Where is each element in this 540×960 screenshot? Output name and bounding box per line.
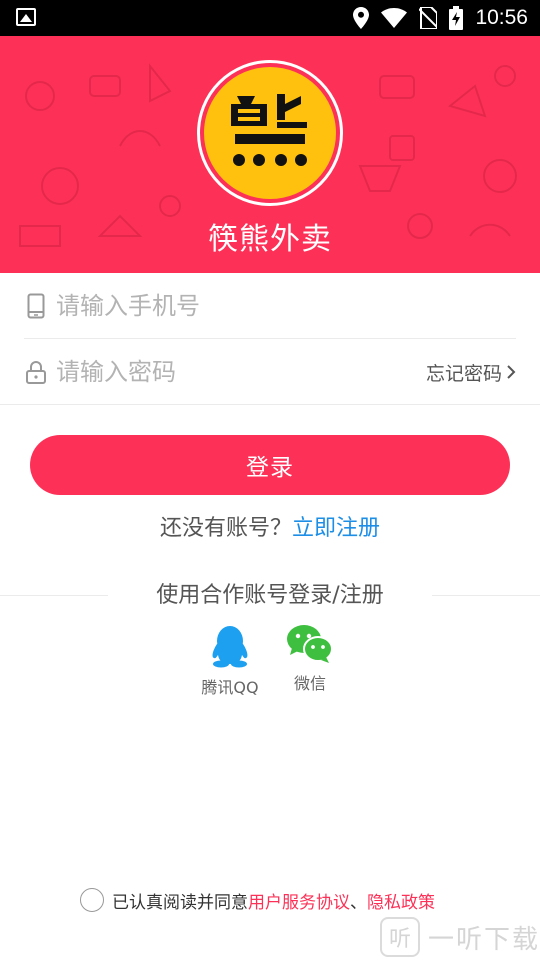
agreement-prefix: 已认真阅读并同意 bbox=[112, 892, 248, 913]
status-bar: 10:56 bbox=[0, 0, 540, 36]
battery-charging-icon bbox=[449, 6, 464, 30]
third-party-title: 使用合作账号登录/注册 bbox=[156, 583, 384, 608]
register-link[interactable]: 立即注册 bbox=[292, 516, 380, 541]
phone-input[interactable] bbox=[56, 291, 516, 320]
logo-glyph-icon bbox=[231, 94, 307, 166]
register-prompt: 还没有账号？ bbox=[159, 516, 292, 541]
watermark-logo: 听 bbox=[380, 917, 420, 957]
terms-link[interactable]: 用户服务协议 bbox=[248, 888, 350, 913]
form-divider bbox=[0, 404, 540, 405]
watermark: 听 一听下载 bbox=[380, 915, 540, 959]
watermark-text: 一听下载 bbox=[428, 924, 540, 955]
forgot-password-link[interactable]: 忘记密码 bbox=[426, 359, 516, 386]
privacy-link[interactable]: 隐私政策 bbox=[367, 888, 435, 913]
third-party-section: 使用合作账号登录/注册 bbox=[0, 577, 540, 611]
agreement-row: 已认真阅读并同意 用户服务协议 、 隐私政策 bbox=[80, 886, 435, 914]
qq-penguin-icon bbox=[212, 626, 248, 668]
phone-field bbox=[24, 273, 516, 339]
wechat-label: 微信 bbox=[293, 674, 326, 693]
app-name: 筷熊外卖 bbox=[208, 222, 332, 257]
login-button[interactable]: 登录 bbox=[30, 435, 510, 495]
agreement-checkbox[interactable] bbox=[80, 888, 104, 912]
status-icons: 10:56 bbox=[353, 0, 528, 36]
qq-login-button[interactable]: 腾讯QQ bbox=[190, 624, 270, 698]
location-icon bbox=[353, 7, 370, 29]
clock: 10:56 bbox=[475, 6, 528, 29]
app-logo bbox=[197, 60, 343, 206]
wechat-icon bbox=[287, 625, 333, 663]
phone-icon bbox=[24, 293, 48, 318]
qq-label: 腾讯QQ bbox=[201, 678, 259, 697]
chevron-right-icon bbox=[507, 365, 516, 379]
no-sim-icon bbox=[419, 7, 438, 29]
wechat-login-button[interactable]: 微信 bbox=[270, 624, 350, 694]
forgot-password-label: 忘记密码 bbox=[425, 362, 502, 385]
password-field: 忘记密码 bbox=[24, 339, 516, 405]
image-notification-icon bbox=[16, 8, 36, 26]
bear-logo-icon bbox=[204, 67, 336, 199]
register-row: 还没有账号？立即注册 bbox=[0, 510, 540, 542]
agreement-separator: 、 bbox=[350, 892, 367, 913]
wifi-icon bbox=[381, 8, 408, 28]
brand-header: 筷熊外卖 bbox=[0, 36, 540, 273]
password-input[interactable] bbox=[56, 358, 426, 386]
lock-icon bbox=[24, 360, 48, 384]
